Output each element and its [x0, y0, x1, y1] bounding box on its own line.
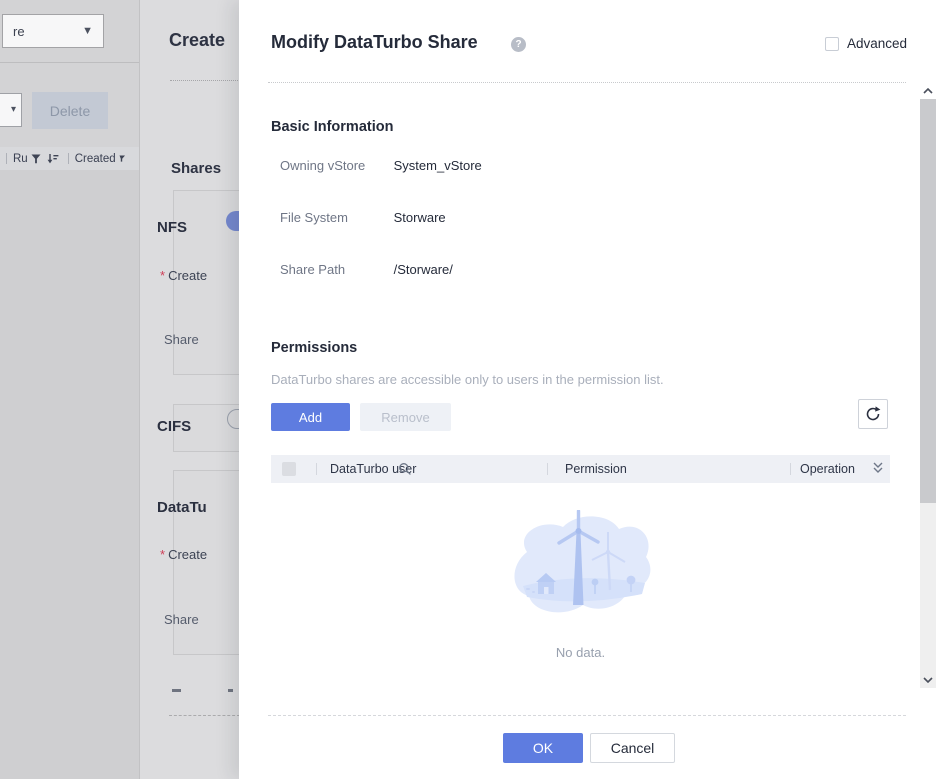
remove-button[interactable]: Remove	[360, 403, 451, 431]
owning-vstore-row: Owning vStore System_vStore	[280, 158, 482, 173]
screen: re ▼ ▾ Delete Ru Created	[0, 0, 939, 779]
dataturbo-label: DataTu	[157, 499, 207, 516]
partial-dropdown[interactable]: ▾	[0, 93, 22, 127]
background-column-label: Created	[75, 153, 116, 165]
vstore-select[interactable]: re ▼	[2, 14, 104, 48]
column-divider	[790, 463, 791, 475]
scrollbar-up-arrow[interactable]	[920, 83, 936, 99]
column-operation: Operation	[800, 462, 855, 476]
windmill-illustration	[505, 510, 655, 628]
ok-button[interactable]: OK	[503, 733, 583, 763]
nfs-toggle[interactable]	[226, 211, 239, 231]
modify-dataturbo-share-dialog: Modify DataTurbo Share ? Advanced Basic …	[239, 0, 939, 779]
field-value: System_vStore	[394, 158, 482, 173]
column-divider	[547, 463, 548, 475]
background-page: re ▼ ▾ Delete Ru Created	[0, 0, 139, 779]
select-all-checkbox[interactable]	[282, 462, 296, 476]
divider	[268, 715, 906, 716]
field-value: /Storware/	[394, 262, 453, 277]
text-fragment	[172, 689, 181, 692]
delete-button[interactable]: Delete	[32, 92, 108, 129]
advanced-label: Advanced	[847, 36, 907, 51]
filter-icon-partial	[119, 154, 125, 163]
toolbar-divider	[0, 62, 139, 63]
create-dialog-title: Create	[169, 30, 225, 51]
divider	[268, 82, 906, 83]
empty-state-illustration	[505, 510, 655, 633]
file-system-row: File System Storware	[280, 210, 446, 225]
nfs-create-field-label: *Create	[160, 268, 207, 283]
create-dialog: Create Shares NFS *Create Share CIFS Dat…	[139, 0, 239, 779]
permissions-heading: Permissions	[271, 340, 357, 356]
dataturbo-create-field-label: *Create	[160, 547, 207, 562]
vstore-select-value: re	[13, 24, 25, 39]
shares-heading: Shares	[171, 160, 221, 177]
column-settings-icon[interactable]	[872, 461, 884, 478]
advanced-checkbox[interactable]	[825, 37, 839, 51]
permissions-description: DataTurbo shares are accessible only to …	[271, 372, 664, 387]
background-column-label: Ru	[13, 153, 28, 165]
field-label: Share Path	[280, 262, 388, 277]
help-icon[interactable]: ?	[511, 37, 526, 52]
sort-icon[interactable]	[47, 153, 59, 164]
chevron-down-icon: ▾	[11, 104, 16, 115]
dialog-title: Modify DataTurbo Share	[271, 32, 478, 53]
scrollbar-down-arrow[interactable]	[920, 672, 936, 688]
refresh-button[interactable]	[858, 399, 888, 429]
background-table-body	[0, 170, 139, 779]
basic-information-heading: Basic Information	[271, 119, 393, 135]
field-label: Owning vStore	[280, 158, 388, 173]
required-mark: *	[160, 547, 165, 562]
dataturbo-share-field-label: Share	[164, 612, 199, 627]
permissions-table-header: DataTurbo user Permission Operation	[271, 455, 890, 483]
column-divider	[316, 463, 317, 475]
field-label: File System	[280, 210, 388, 225]
column-divider	[6, 153, 7, 164]
share-path-row: Share Path /Storware/	[280, 262, 453, 277]
search-icon[interactable]	[398, 462, 412, 479]
nfs-label: NFS	[157, 219, 187, 236]
column-divider	[68, 153, 69, 164]
column-permission: Permission	[565, 462, 627, 476]
divider	[169, 715, 239, 716]
divider	[170, 80, 239, 81]
dataturbo-card	[173, 470, 239, 655]
filter-icon[interactable]	[31, 154, 41, 164]
scrollbar-thumb[interactable]	[920, 99, 936, 503]
refresh-icon	[864, 405, 882, 423]
text-fragment	[228, 689, 233, 692]
chevron-down-icon: ▼	[82, 25, 93, 37]
required-mark: *	[160, 268, 165, 283]
empty-state-text: No data.	[271, 645, 890, 660]
add-button[interactable]: Add	[271, 403, 350, 431]
cifs-label: CIFS	[157, 418, 191, 435]
background-table-header: Ru Created	[0, 147, 139, 170]
field-value: Storware	[394, 210, 446, 225]
advanced-option: Advanced	[825, 36, 907, 51]
nfs-share-field-label: Share	[164, 332, 199, 347]
scrollbar[interactable]	[920, 83, 936, 688]
cancel-button[interactable]: Cancel	[590, 733, 675, 763]
